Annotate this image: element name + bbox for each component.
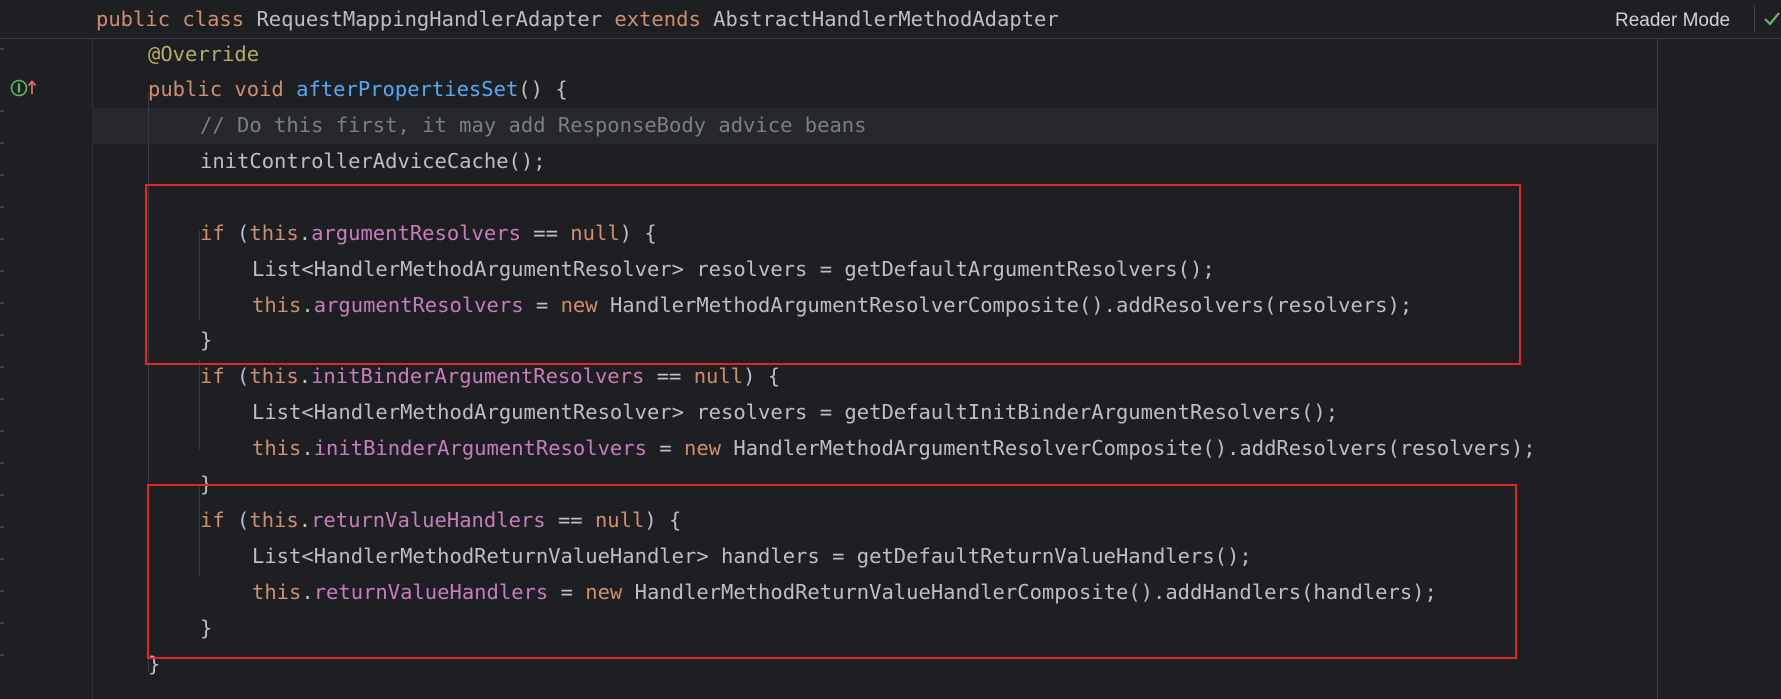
statement: List<HandlerMethodArgumentResolver> reso… xyxy=(252,400,1339,424)
gutter-tick xyxy=(0,526,4,528)
gutter-tick xyxy=(0,302,4,304)
public-keyword: public xyxy=(96,7,171,31)
this-keyword: this xyxy=(252,436,302,460)
header-separator xyxy=(1754,6,1755,32)
gutter-tick xyxy=(0,398,4,400)
field-name: initBinderArgumentResolvers xyxy=(313,436,647,460)
gutter-tick xyxy=(0,206,4,208)
method-signature: () { xyxy=(518,77,568,101)
svg-text:I: I xyxy=(17,82,21,96)
implementation-up-arrow-icon[interactable]: I xyxy=(10,78,42,98)
gutter-tick xyxy=(0,622,4,624)
override-annotation: @Override xyxy=(148,42,260,66)
class-keyword: class xyxy=(182,7,245,31)
gutter-tick xyxy=(0,142,4,144)
paren-open: ( xyxy=(237,364,250,388)
field-name: initBinderArgumentResolvers xyxy=(311,364,645,388)
right-margin-guide xyxy=(1657,0,1658,699)
gutter-tick xyxy=(0,48,4,50)
code-line: public void afterPropertiesSet() { xyxy=(148,71,568,107)
gutter-tick xyxy=(0,590,4,592)
gutter-tick xyxy=(0,334,4,336)
code-line: // Do this first, it may add ResponseBod… xyxy=(200,107,866,143)
if-keyword: if xyxy=(200,364,225,388)
code-line: List<HandlerMethodArgumentResolver> reso… xyxy=(252,394,1338,430)
superclass-name: AbstractHandlerMethodAdapter xyxy=(713,7,1059,31)
class-declaration-line: public class RequestMappingHandlerAdapte… xyxy=(96,1,1059,37)
gutter-tick xyxy=(0,430,4,432)
code-line: @Override xyxy=(148,36,259,72)
gutter-tick xyxy=(0,270,4,272)
class-name: RequestMappingHandlerAdapter xyxy=(256,7,603,31)
gutter-tick xyxy=(0,654,4,656)
operator: == xyxy=(656,364,682,388)
highlight-box-return-value-handlers xyxy=(147,484,1517,659)
public-keyword: public xyxy=(148,77,223,101)
inspection-ok-check-icon[interactable] xyxy=(1762,8,1781,28)
null-keyword: null xyxy=(693,364,744,388)
this-keyword: this xyxy=(249,364,299,388)
paren-close-brace: ) { xyxy=(743,364,781,388)
void-keyword: void xyxy=(234,77,284,101)
dot: . xyxy=(301,436,314,460)
gutter-tick xyxy=(0,558,4,560)
gutter-tick xyxy=(0,110,4,112)
operator: = xyxy=(659,436,672,460)
gutter-tick xyxy=(0,494,4,496)
init-call: initControllerAdviceCache(); xyxy=(200,149,546,173)
code-comment: // Do this first, it may add ResponseBod… xyxy=(200,113,867,137)
highlight-box-argument-resolvers xyxy=(145,184,1521,365)
gutter-tick xyxy=(0,238,4,240)
reader-mode-button[interactable]: Reader Mode xyxy=(1615,10,1730,32)
statement: HandlerMethodArgumentResolverComposite()… xyxy=(733,436,1536,460)
method-name: afterPropertiesSet xyxy=(296,77,519,101)
gutter-tick xyxy=(0,462,4,464)
extends-keyword: extends xyxy=(614,7,701,31)
code-line: this.initBinderArgumentResolvers = new H… xyxy=(252,430,1536,466)
dot: . xyxy=(298,364,312,388)
line-gutter[interactable]: I xyxy=(0,0,93,699)
new-keyword: new xyxy=(684,436,722,460)
gutter-tick xyxy=(0,174,4,176)
code-line: initControllerAdviceCache(); xyxy=(200,143,546,179)
code-editor[interactable]: I public class RequestMappingHandlerAdap… xyxy=(0,0,1781,699)
sticky-class-header[interactable]: public class RequestMappingHandlerAdapte… xyxy=(0,0,1781,39)
gutter-tick xyxy=(0,366,4,368)
